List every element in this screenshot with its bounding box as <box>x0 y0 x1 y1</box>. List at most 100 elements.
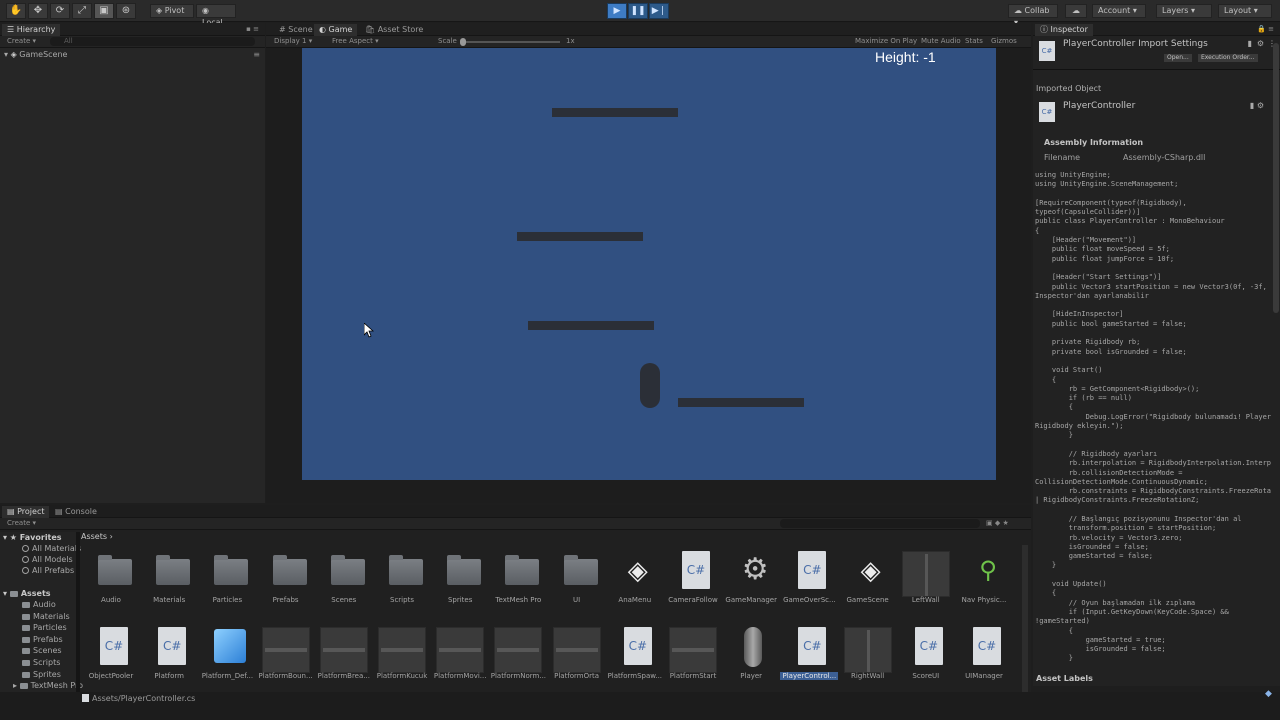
account-dropdown[interactable]: Account ▾ <box>1092 4 1146 18</box>
asset-item[interactable]: PlatformMovi... <box>431 621 489 691</box>
asset-item[interactable]: Prefabs <box>257 545 315 615</box>
folder-item[interactable]: Scenes <box>22 646 62 655</box>
asset-item[interactable]: Player <box>722 621 780 691</box>
tab-scene[interactable]: # Scene <box>274 24 318 36</box>
asset-item[interactable]: ⚲ Nav Physic... <box>955 545 1013 615</box>
play-button[interactable]: ▶ <box>607 3 627 19</box>
tab-game[interactable]: ◐ Game <box>314 24 358 36</box>
settings-gear-icon[interactable]: ⚙ <box>1257 39 1264 48</box>
rotate-tool-icon[interactable]: ⟳ <box>50 3 70 19</box>
asset-item[interactable]: PlatformNorm... <box>489 621 547 691</box>
tab-hierarchy[interactable]: ☰ Hierarchy <box>2 24 61 36</box>
asset-item[interactable]: C# ScoreUI <box>897 621 955 691</box>
folder-item[interactable]: Prefabs <box>22 635 63 644</box>
help-icon[interactable]: ▮ <box>1248 39 1252 48</box>
pause-button[interactable]: ❚❚ <box>628 3 648 19</box>
unity-scene-icon: ◈ <box>10 50 17 59</box>
folder-item[interactable]: Sprites <box>22 670 61 679</box>
asset-item[interactable]: RightWall <box>839 621 897 691</box>
folder-item[interactable]: Audio <box>22 600 56 609</box>
panel-menu-icon[interactable]: ▪ ≡ <box>246 25 259 33</box>
tree-splitter[interactable] <box>76 532 80 702</box>
favorites-header[interactable]: ▾ ★ Favorites <box>3 533 62 542</box>
asset-item[interactable]: UI <box>548 545 606 615</box>
asset-item[interactable]: PlatformOrta <box>548 621 606 691</box>
favorite-item[interactable]: All Prefabs <box>22 566 74 575</box>
transform-tool-icon[interactable]: ⊛ <box>116 3 136 19</box>
asset-item[interactable]: PlatformBoun... <box>257 621 315 691</box>
assembly-info-header: Assembly Information <box>1044 138 1144 147</box>
tab-asset-store[interactable]: 🛍 Asset Store <box>360 24 428 36</box>
asset-item[interactable]: ◈ GameScene <box>839 545 897 615</box>
grid-scrollbar[interactable] <box>1022 545 1028 695</box>
mute-audio-toggle[interactable]: Mute Audio <box>921 36 961 47</box>
folder-item[interactable]: Materials <box>22 612 70 621</box>
open-button[interactable]: Open... <box>1163 53 1193 63</box>
asset-item[interactable]: C# UIManager <box>955 621 1013 691</box>
asset-item[interactable]: PlatformBrea... <box>315 621 373 691</box>
aspect-dropdown[interactable]: Free Aspect ▾ <box>332 36 379 47</box>
display-dropdown[interactable]: Display 1 ▾ <box>274 36 312 47</box>
project-create-dropdown[interactable]: Create ▾ <box>7 518 36 529</box>
stats-toggle[interactable]: Stats <box>965 36 983 47</box>
scene-menu-icon[interactable]: ≡ <box>253 50 260 59</box>
layout-dropdown[interactable]: Layout ▾ <box>1218 4 1272 18</box>
pivot-toggle[interactable]: ◈ Pivot <box>150 4 194 18</box>
local-toggle[interactable]: ◉ Local <box>196 4 236 27</box>
asset-item[interactable]: LeftWall <box>897 545 955 615</box>
asset-item[interactable]: Audio <box>82 545 140 615</box>
tab-project[interactable]: ▤ Project <box>2 506 50 518</box>
asset-item[interactable]: Particles <box>198 545 256 615</box>
folder-item[interactable]: ▸ TextMesh Pro <box>13 681 83 690</box>
favorite-item[interactable]: All Materials <box>22 544 81 553</box>
folder-item[interactable]: Particles <box>22 623 67 632</box>
asset-item[interactable]: ⚙ GameManager <box>722 545 780 615</box>
scale-slider[interactable] <box>460 41 560 43</box>
folder-icon <box>19 683 28 689</box>
asset-item[interactable]: C# CameraFollow <box>664 545 722 615</box>
asset-item[interactable]: Scripts <box>373 545 431 615</box>
project-search-input[interactable] <box>780 519 980 528</box>
breadcrumb[interactable]: Assets › <box>81 532 113 541</box>
scene-root-item[interactable]: ▾ ◈ GameScene <box>4 50 67 59</box>
favorite-item[interactable]: All Models <box>22 555 73 564</box>
folder-item[interactable]: Scripts <box>22 658 60 667</box>
asset-item[interactable]: C# Platform <box>140 621 198 691</box>
tab-console[interactable]: ▤ Console <box>50 506 102 518</box>
asset-item[interactable]: Platform_Def... <box>198 621 256 691</box>
filter-icons[interactable]: ▣ ◆ ★ <box>986 518 1009 529</box>
notification-icon[interactable]: ◆ <box>1265 689 1272 699</box>
inspector-lock-icon[interactable]: 🔒 ≡ <box>1257 25 1274 33</box>
scale-tool-icon[interactable]: ⤢ <box>72 3 92 19</box>
game-viewport[interactable]: Height: -1 <box>302 48 996 480</box>
step-button[interactable]: ▶❘ <box>649 3 669 19</box>
inspector-scrollbar[interactable] <box>1273 43 1279 313</box>
asset-item[interactable]: Scenes <box>315 545 373 615</box>
hierarchy-search-input[interactable]: All <box>50 37 255 46</box>
asset-item[interactable]: C# ObjectPooler <box>82 621 140 691</box>
asset-label: Player <box>740 672 763 680</box>
scale-slider-handle[interactable] <box>460 38 466 46</box>
asset-item[interactable]: Materials <box>140 545 198 615</box>
asset-item[interactable]: TextMesh Pro <box>489 545 547 615</box>
maximize-on-play-toggle[interactable]: Maximize On Play <box>855 36 917 47</box>
execution-order-button[interactable]: Execution Order... <box>1197 53 1259 63</box>
cloud-icon[interactable]: ☁ <box>1065 4 1087 18</box>
asset-item[interactable]: ◈ AnaMenu <box>606 545 664 615</box>
assets-root-item[interactable]: ▾ Assets <box>3 589 51 598</box>
hierarchy-create-dropdown[interactable]: Create ▾ <box>7 36 36 47</box>
hand-tool-icon[interactable]: ✋ <box>6 3 26 19</box>
asset-item[interactable]: C# PlatformSpaw... <box>606 621 664 691</box>
object-settings-gear-icon[interactable]: ▮ ⚙ <box>1250 101 1264 110</box>
move-tool-icon[interactable]: ✥ <box>28 3 48 19</box>
layers-dropdown[interactable]: Layers ▾ <box>1156 4 1212 18</box>
gizmos-toggle[interactable]: Gizmos <box>991 36 1017 47</box>
collab-dropdown[interactable]: ☁ Collab ▾ <box>1008 4 1058 27</box>
asset-item[interactable]: C# GameOverSc... <box>780 545 838 615</box>
asset-item[interactable]: C# PlayerControl... <box>780 621 839 691</box>
asset-item[interactable]: PlatformKucuk <box>373 621 431 691</box>
asset-item[interactable]: Sprites <box>431 545 489 615</box>
tab-inspector[interactable]: ⓘ Inspector <box>1035 24 1093 36</box>
asset-item[interactable]: PlatformStart <box>664 621 722 691</box>
rect-tool-icon[interactable]: ▣ <box>94 3 114 19</box>
